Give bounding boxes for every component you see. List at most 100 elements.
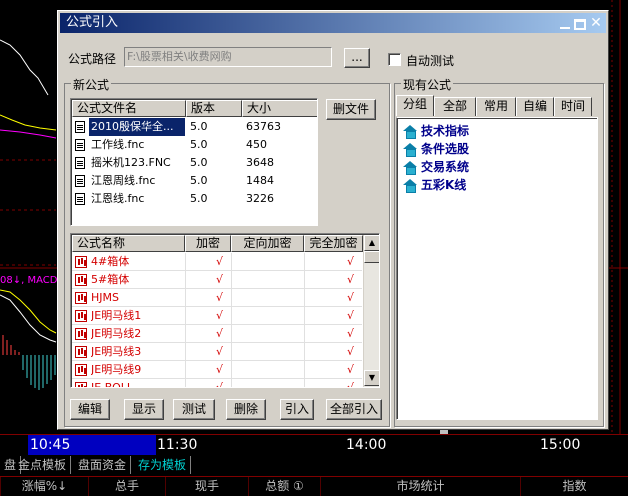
formula-dir — [231, 271, 304, 289]
tab-1[interactable]: 全部 — [434, 97, 476, 116]
file-header-size[interactable]: 大小 — [242, 100, 317, 117]
import-all-button[interactable]: 全部引入 — [326, 399, 382, 420]
formula-enc: √ — [185, 289, 231, 307]
file-row[interactable]: 摇米机123.FNC 5.0 3648 — [72, 154, 317, 172]
formula-dir — [231, 361, 304, 379]
bottom-tab[interactable]: 存为模板 — [134, 456, 192, 474]
tree-item-label: 条件选股 — [421, 142, 470, 156]
file-row[interactable]: 江恩周线.fnc 5.0 1484 — [72, 172, 317, 190]
formula-full: √ — [304, 271, 362, 289]
formula-dir — [231, 253, 304, 271]
bottom-tab[interactable]: 盘面资金 — [74, 456, 132, 474]
column-header[interactable]: 指数 — [520, 477, 628, 496]
file-icon — [75, 193, 85, 205]
delete-file-button[interactable]: 删文件 — [326, 99, 376, 120]
time-cursor: 10:45 — [28, 435, 156, 455]
file-header-name[interactable]: 公式文件名 — [72, 100, 186, 117]
formula-row[interactable]: 4#箱体 √ √ — [72, 253, 362, 271]
formula-enc: √ — [185, 379, 231, 387]
formula-enc: √ — [185, 325, 231, 343]
tab-0[interactable]: 分组 — [396, 95, 434, 116]
edit-button[interactable]: 编辑 — [70, 399, 110, 420]
formula-row[interactable]: JE明马线2 √ √ — [72, 325, 362, 343]
file-size: 450 — [246, 138, 267, 151]
path-field[interactable]: F:\股票相关\收费网购 — [124, 47, 332, 67]
formula-header-full[interactable]: 完全加密 — [304, 235, 363, 252]
file-version: 5.0 — [190, 174, 208, 187]
maximize-icon[interactable] — [574, 19, 586, 30]
formula-name: JE-BOLL — [91, 381, 134, 388]
tab-3[interactable]: 自编 — [516, 97, 554, 116]
import-button[interactable]: 引入 — [280, 399, 314, 420]
time-label: 15:00 — [540, 437, 581, 453]
file-row[interactable]: 工作线.fnc 5.0 450 — [72, 136, 317, 154]
formula-icon — [75, 382, 87, 387]
formula-icon — [75, 328, 87, 340]
show-button[interactable]: 显示 — [124, 399, 164, 420]
formula-header-dir[interactable]: 定向加密 — [231, 235, 304, 252]
formula-icon — [75, 292, 87, 304]
formula-full: √ — [304, 307, 362, 325]
bottom-tab[interactable]: 金点模板 — [14, 456, 72, 474]
tree-item-label: 技术指标 — [421, 124, 470, 138]
formula-name: JE明马线1 — [91, 309, 142, 322]
formula-full: √ — [304, 343, 362, 361]
column-header[interactable]: 涨幅%↓ — [0, 477, 88, 496]
tab-4[interactable]: 时间 — [554, 97, 592, 116]
file-size: 1484 — [246, 174, 274, 187]
formula-scrollbar[interactable]: ▲ ▼ — [363, 235, 379, 387]
column-header[interactable]: 市场统计 — [320, 477, 520, 496]
formula-full: √ — [304, 253, 362, 271]
formula-import-dialog: 公式引入 ✕ 公式路径 F:\股票相关\收费网购 ... 自动测试 新公式 公式… — [57, 10, 609, 430]
file-table: 公式文件名 版本 大小 2010殷保华全... 5.0 63763 工作线.fnc 5.… — [70, 98, 318, 226]
home-icon — [403, 143, 417, 157]
formula-row[interactable]: JE-BOLL √ √ — [72, 379, 362, 388]
formula-enc: √ — [185, 253, 231, 271]
close-icon[interactable]: ✕ — [589, 16, 603, 30]
browse-button[interactable]: ... — [344, 48, 370, 68]
path-label: 公式路径 — [68, 52, 117, 66]
scroll-down-icon[interactable]: ▼ — [364, 370, 379, 386]
column-header[interactable]: 现手 — [165, 477, 248, 496]
column-header[interactable]: 总额 ① — [248, 477, 320, 496]
formula-full: √ — [304, 379, 362, 387]
minimize-icon[interactable] — [560, 19, 570, 29]
formula-header-enc[interactable]: 加密 — [185, 235, 231, 252]
test-button[interactable]: 测试 — [173, 399, 215, 420]
macd-indicator-label: 08↓, MACD: — [0, 275, 61, 286]
formula-icon — [75, 310, 87, 322]
quote-column-headers: 涨幅%↓ 总手 现手 总额 ① 市场统计 指数 — [0, 476, 628, 496]
existing-formula-title: 现有公式 — [401, 76, 454, 93]
formula-icon — [75, 346, 87, 358]
dialog-titlebar[interactable]: 公式引入 ✕ — [60, 13, 606, 33]
file-version: 5.0 — [190, 156, 208, 169]
file-name: 工作线.fnc — [91, 138, 145, 151]
auto-test-label: 自动测试 — [406, 54, 455, 68]
auto-test-checkbox[interactable] — [388, 53, 401, 66]
column-header[interactable]: 总手 — [88, 477, 165, 496]
time-label: 14:00 — [346, 437, 387, 453]
file-row[interactable]: 2010殷保华全... 5.0 63763 — [72, 118, 317, 136]
home-icon — [403, 179, 417, 193]
formula-row[interactable]: JE明马线3 √ √ — [72, 343, 362, 361]
scroll-thumb[interactable] — [364, 251, 379, 263]
formula-header-name[interactable]: 公式名称 — [72, 235, 185, 252]
formula-full: √ — [304, 289, 362, 307]
formula-enc: √ — [185, 343, 231, 361]
formula-row[interactable]: HJMS √ √ — [72, 289, 362, 307]
scroll-up-icon[interactable]: ▲ — [364, 235, 379, 251]
formula-full: √ — [304, 361, 362, 379]
new-formula-title: 新公式 — [71, 76, 112, 93]
delete-button[interactable]: 删除 — [226, 399, 266, 420]
tab-2[interactable]: 常用 — [476, 97, 516, 116]
file-icon — [75, 139, 85, 151]
formula-name: HJMS — [91, 291, 119, 304]
file-row[interactable]: 江恩线.fnc 5.0 3226 — [72, 190, 317, 208]
formula-row[interactable]: JE明马线9 √ √ — [72, 361, 362, 379]
file-size: 63763 — [246, 120, 281, 133]
formula-row[interactable]: JE明马线1 √ √ — [72, 307, 362, 325]
file-version: 5.0 — [190, 120, 208, 133]
formula-row[interactable]: 5#箱体 √ √ — [72, 271, 362, 289]
tree-item-label: 五彩K线 — [421, 178, 467, 192]
file-header-version[interactable]: 版本 — [186, 100, 242, 117]
